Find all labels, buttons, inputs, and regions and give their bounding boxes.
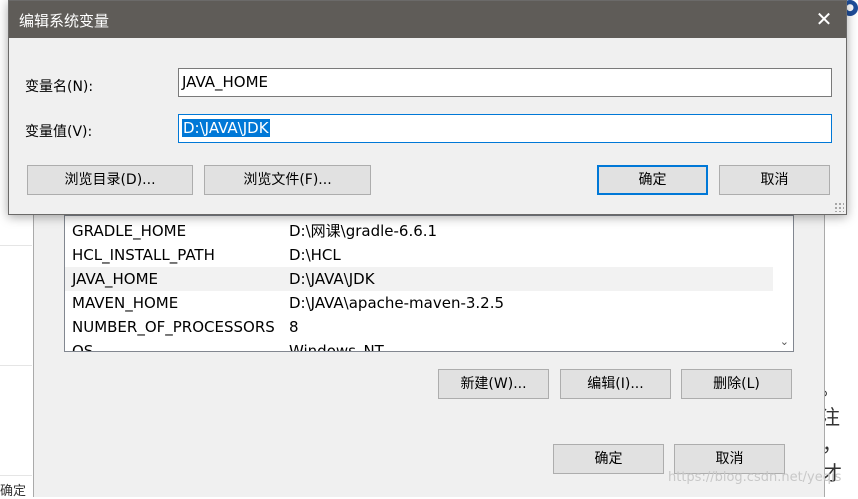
browse-file-button[interactable]: 浏览文件(F)... xyxy=(204,165,371,195)
variable-name: HCL_INSTALL_PATH xyxy=(72,246,215,264)
variable-name-input[interactable]: JAVA_HOME xyxy=(178,68,832,97)
list-item[interactable]: OS Windows_NT xyxy=(65,339,773,352)
divider xyxy=(0,475,32,476)
new-variable-button[interactable]: 新建(W)... xyxy=(438,369,549,399)
cancel-button[interactable]: 取消 xyxy=(719,165,830,195)
watermark: https://blog.csdn.net/yeqis xyxy=(668,470,842,485)
list-item-selected[interactable]: JAVA_HOME D:\JAVA\JDK xyxy=(65,267,773,291)
list-item[interactable]: NUMBER_OF_PROCESSORS 8 xyxy=(65,315,773,339)
variable-value: D:\HCL xyxy=(289,246,341,264)
variable-name: JAVA_HOME xyxy=(72,270,159,288)
browse-directory-button[interactable]: 浏览目录(D)... xyxy=(27,165,193,195)
variable-value-text: D:\JAVA\JDK xyxy=(182,119,270,137)
list-item[interactable]: MAVEN_HOME D:\JAVA\apache-maven-3.2.5 xyxy=(65,291,773,315)
divider xyxy=(0,245,32,246)
title-bar[interactable]: 编辑系统变量 ✕ xyxy=(9,1,846,38)
background-text: 确定 xyxy=(0,484,27,499)
resize-grip-icon[interactable] xyxy=(834,202,844,212)
ok-button[interactable]: 确定 xyxy=(597,165,708,195)
variable-value: 8 xyxy=(289,318,299,336)
variable-value: D:\网课\gradle-6.6.1 xyxy=(289,222,438,240)
variable-name-value: JAVA_HOME xyxy=(182,73,269,91)
background-text: 。注 xyxy=(820,376,840,429)
parent-ok-button[interactable]: 确定 xyxy=(553,444,664,474)
list-item[interactable]: HCL_INSTALL_PATH D:\HCL xyxy=(65,243,773,267)
dialog-title: 编辑系统变量 xyxy=(19,12,110,30)
system-variables-list[interactable]: GRADLE_HOME D:\网课\gradle-6.6.1 HCL_INSTA… xyxy=(64,215,794,352)
variable-value-input[interactable]: D:\JAVA\JDK xyxy=(178,114,832,143)
variable-name: NUMBER_OF_PROCESSORS xyxy=(72,318,275,336)
variable-name: OS xyxy=(72,342,94,352)
list-item[interactable]: GRADLE_HOME D:\网课\gradle-6.6.1 xyxy=(65,219,773,243)
background-page xyxy=(0,215,32,497)
variable-value: Windows_NT xyxy=(289,342,384,352)
variable-value-label: 变量值(V): xyxy=(25,124,93,140)
variable-value: D:\JAVA\JDK xyxy=(289,270,375,288)
variable-value: D:\JAVA\apache-maven-3.2.5 xyxy=(289,294,505,312)
edit-system-variable-dialog: 编辑系统变量 ✕ 变量名(N): JAVA_HOME 变量值(V): D:\JA… xyxy=(8,0,847,215)
delete-variable-button[interactable]: 删除(L) xyxy=(681,369,792,399)
close-icon[interactable]: ✕ xyxy=(802,1,846,38)
variable-name-label: 变量名(N): xyxy=(25,79,94,95)
scroll-down-icon[interactable]: ⌄ xyxy=(780,335,789,348)
variable-name: GRADLE_HOME xyxy=(72,222,187,240)
divider xyxy=(0,365,32,366)
variable-name: MAVEN_HOME xyxy=(72,294,179,312)
edit-variable-button[interactable]: 编辑(I)... xyxy=(560,369,671,399)
